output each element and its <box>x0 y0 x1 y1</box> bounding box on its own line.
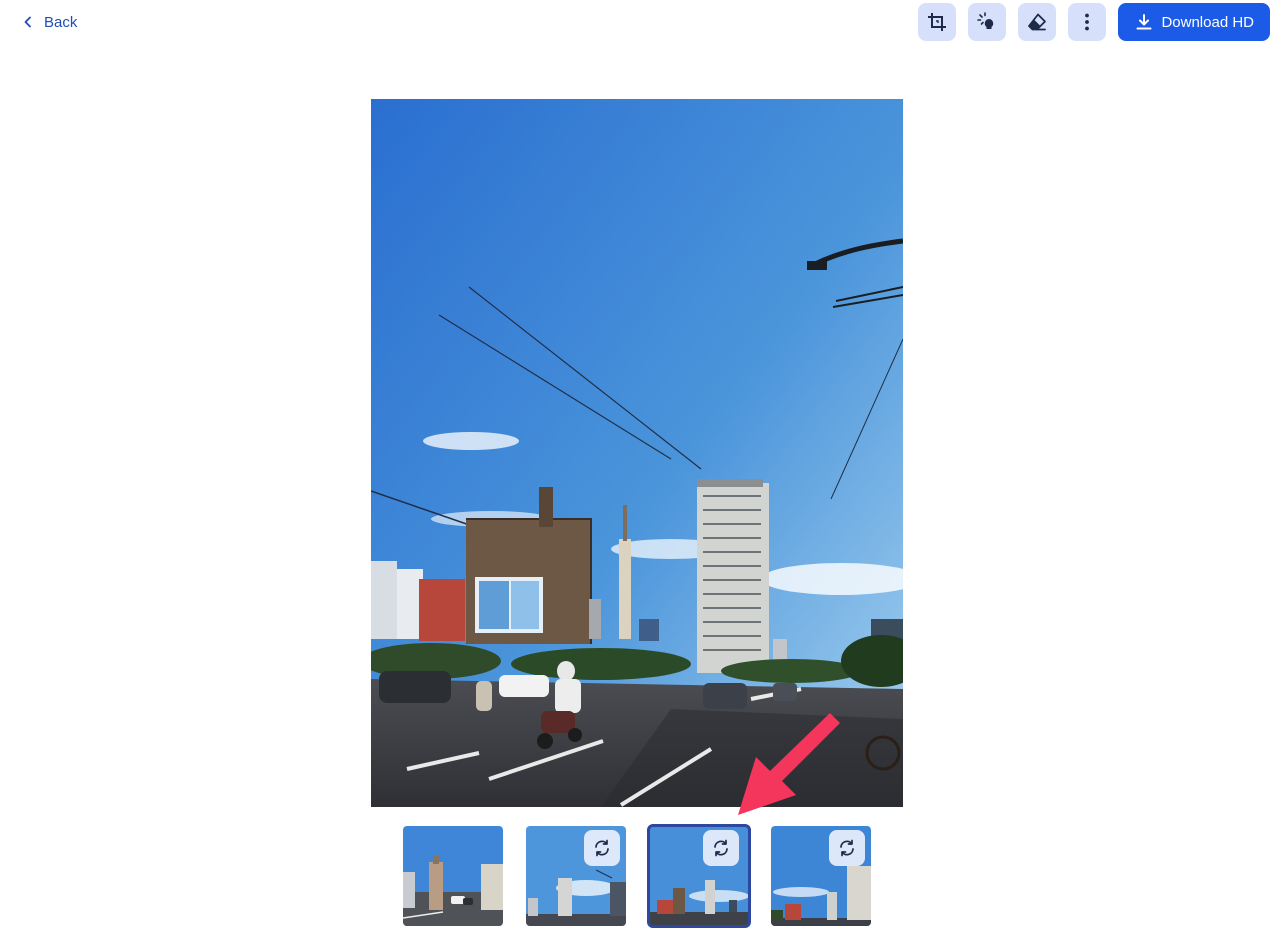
download-label: Download HD <box>1161 13 1254 31</box>
regenerate-variant-button[interactable] <box>703 830 739 866</box>
thumbnail-2[interactable] <box>526 826 626 926</box>
crop-icon <box>928 13 947 31</box>
crop-button[interactable] <box>918 3 957 41</box>
toolbar: Download HD <box>918 3 1270 41</box>
back-label: Back <box>44 13 78 31</box>
refresh-icon <box>595 839 609 857</box>
eraser-button[interactable] <box>1018 3 1057 41</box>
refresh-icon <box>714 839 728 857</box>
main-image-preview <box>371 99 903 807</box>
chevron-left-icon <box>24 16 31 28</box>
download-icon <box>1136 14 1152 30</box>
refresh-icon <box>840 839 854 857</box>
thumbnail-image <box>403 826 503 926</box>
eraser-icon <box>1028 13 1047 31</box>
more-vertical-icon <box>1085 13 1090 31</box>
download-hd-button[interactable]: Download HD <box>1118 3 1270 41</box>
more-options-button[interactable] <box>1068 3 1107 41</box>
magic-bulb-icon <box>977 12 994 29</box>
regenerate-variant-button[interactable] <box>584 830 620 866</box>
thumbnail-1[interactable] <box>403 826 503 926</box>
back-link[interactable]: Back <box>22 10 77 34</box>
regenerate-variant-button[interactable] <box>829 830 865 866</box>
thumbnail-4[interactable] <box>771 826 871 926</box>
pointer-arrow-icon <box>738 713 840 815</box>
thumbnail-3[interactable] <box>647 824 751 928</box>
enhance-button[interactable] <box>968 3 1007 41</box>
